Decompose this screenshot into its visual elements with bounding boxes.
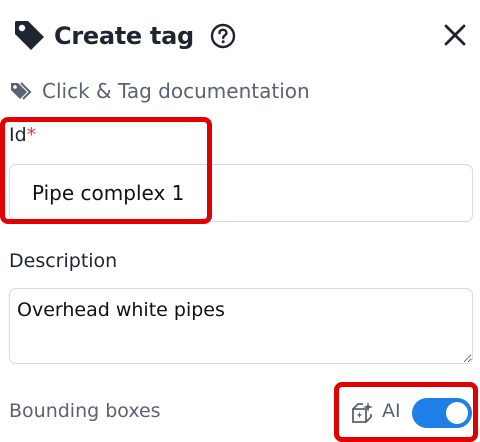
id-input[interactable]: [9, 164, 473, 222]
required-mark: *: [26, 124, 37, 146]
bounding-boxes-label: Bounding boxes: [9, 400, 161, 422]
help-icon[interactable]: [210, 23, 236, 49]
tags-icon: [10, 79, 34, 103]
id-field-label: Id*: [9, 124, 36, 146]
ai-label: AI: [382, 400, 401, 422]
close-button[interactable]: [442, 22, 468, 48]
documentation-link[interactable]: Click & Tag documentation: [10, 76, 310, 106]
ai-toggle[interactable]: [412, 398, 472, 428]
description-textarea[interactable]: Overhead white pipes: [9, 288, 473, 364]
close-icon: [444, 24, 466, 46]
id-label-text: Id: [9, 124, 27, 146]
description-field-label: Description: [9, 250, 118, 272]
documentation-link-label: Click & Tag documentation: [42, 79, 310, 103]
ai-box-sparkle-icon: [349, 400, 375, 426]
tag-icon: [12, 18, 48, 54]
page-title: Create tag: [54, 22, 194, 50]
toggle-knob: [446, 402, 468, 424]
